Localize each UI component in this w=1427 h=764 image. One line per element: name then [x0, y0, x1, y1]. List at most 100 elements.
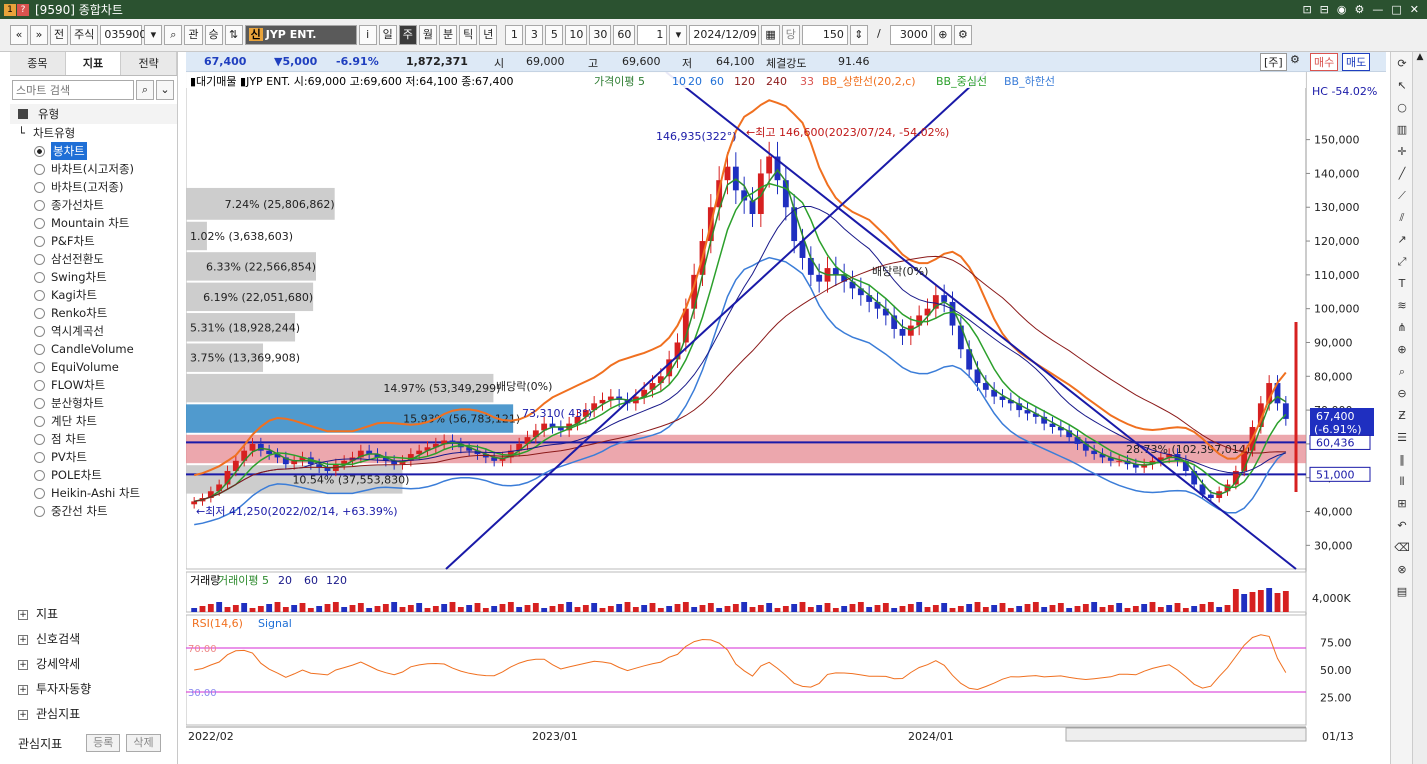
section-favorite-indicators[interactable]: + 관심지표 [10, 702, 178, 727]
chart-type-item[interactable]: 분산형차트 [10, 394, 177, 412]
tree-subsection-chart-type[interactable]: └ 차트유형 [10, 124, 177, 142]
settings-icon[interactable]: ⚙ [1290, 53, 1300, 66]
period-year-button[interactable]: 년 [479, 25, 498, 45]
chart-area[interactable]: 7.24% (25,806,862) 1.02% (3,638,603) 6.33%… [185, 71, 1386, 743]
radio-icon[interactable] [34, 433, 45, 445]
interval-input[interactable]: 1 [637, 25, 668, 45]
chart-type-item[interactable]: 계단 차트 [10, 412, 177, 430]
radio-icon[interactable] [34, 271, 45, 283]
radio-icon[interactable] [34, 361, 45, 373]
interval-3-button[interactable]: 3 [525, 25, 544, 45]
prev-button[interactable]: « [10, 25, 28, 45]
erase-icon[interactable]: ⌫ [1393, 539, 1411, 557]
period-month-button[interactable]: 월 [418, 25, 437, 45]
ruler-icon[interactable]: ⊞ [1393, 495, 1411, 513]
chart-type-item[interactable]: 바차트(시고저종) [10, 160, 177, 178]
camera-icon[interactable]: ◉ [1337, 3, 1347, 16]
scroll-up-icon[interactable]: ▲ [1413, 52, 1427, 62]
current-button[interactable]: 당 [781, 25, 800, 45]
section-signal-search[interactable]: + 신호검색 [10, 627, 178, 652]
chart-type-item[interactable]: 역시계곡선 [10, 322, 177, 340]
watchlist-button[interactable]: 관 [184, 25, 203, 45]
gear-icon[interactable]: ⚙ [953, 25, 972, 45]
radio-icon[interactable] [34, 145, 45, 157]
chart-type-item[interactable]: 중간선 차트 [10, 502, 177, 520]
max-count-input[interactable]: 3000 [889, 25, 932, 45]
zigzag-icon[interactable]: Ƶ [1393, 407, 1411, 425]
vertical-scrollbar[interactable]: ▲ [1412, 52, 1427, 764]
period-day-button[interactable]: 일 [378, 25, 397, 45]
register-button[interactable]: 등록 [86, 734, 121, 752]
tab-strategy[interactable]: 전략 [121, 52, 178, 75]
interval-60-button[interactable]: 60 [613, 25, 636, 45]
chevron-down-icon[interactable]: ⌄ [156, 80, 174, 100]
updown-icon[interactable]: ⇅ [224, 25, 243, 45]
interval-10-button[interactable]: 10 [565, 25, 588, 45]
radio-icon[interactable] [34, 379, 45, 391]
minimize-icon[interactable]: — [1372, 3, 1383, 16]
price-chart-svg[interactable]: 7.24% (25,806,862) 1.02% (3,638,603) 6.33%… [185, 71, 1386, 743]
calendar-icon[interactable]: ▦ [761, 25, 780, 45]
chart-type-item[interactable]: Mountain 차트 [10, 214, 177, 232]
chart-type-item[interactable]: 봉차트 [10, 142, 177, 160]
pin-icon[interactable]: ⊟ [1320, 3, 1329, 16]
ray-icon[interactable]: ↗ [1393, 231, 1411, 249]
help-badge[interactable]: ? [17, 3, 29, 16]
parallel-line-icon[interactable]: ⫽ [1393, 209, 1411, 227]
grid-lines-icon[interactable]: ☰ [1393, 429, 1411, 447]
zoom-in-icon[interactable]: ⊕ [933, 25, 952, 45]
radio-icon[interactable] [34, 343, 45, 355]
chart-type-item[interactable]: FLOW차트 [10, 376, 177, 394]
auto-line-icon[interactable]: ⤢ [1393, 253, 1411, 271]
chart-type-item[interactable]: PV차트 [10, 448, 177, 466]
refresh-icon[interactable]: ⟳ [1393, 55, 1411, 73]
trend-line-icon[interactable]: ⟋ [1393, 187, 1411, 205]
count-spinner-icon[interactable]: ⇕ [849, 25, 868, 45]
interval-1-button[interactable]: 1 [505, 25, 524, 45]
market-type-select[interactable]: 주식 [70, 25, 99, 45]
chart-type-item[interactable]: Renko차트 [10, 304, 177, 322]
interval-30-button[interactable]: 30 [589, 25, 612, 45]
chart-type-item[interactable]: 점 차트 [10, 430, 177, 448]
magnifier-icon[interactable]: ⌕ [1393, 363, 1411, 381]
cross-icon[interactable]: ✛ [1393, 143, 1411, 161]
pitchfork-icon[interactable]: ⋔ [1393, 319, 1411, 337]
date-input[interactable]: 2024/12/09 [689, 25, 760, 45]
code-dropdown-icon[interactable]: ▾ [144, 25, 163, 45]
radio-icon[interactable] [34, 451, 45, 463]
section-strength[interactable]: + 강세약세 [10, 652, 178, 677]
zoom-icon[interactable]: ⊕ [1393, 341, 1411, 359]
interval-5-button[interactable]: 5 [545, 25, 564, 45]
section-investor-trend[interactable]: + 투자자동향 [10, 677, 178, 702]
delete-button[interactable]: 삭제 [126, 734, 161, 752]
chart-type-item[interactable]: 종가선차트 [10, 196, 177, 214]
chart-type-item[interactable]: CandleVolume [10, 340, 177, 358]
chart-type-item[interactable]: Heikin-Ashi 차트 [10, 484, 177, 502]
chart-type-item[interactable]: Kagi차트 [10, 286, 177, 304]
chart-type-item[interactable]: EquiVolume [10, 358, 177, 376]
link-icon[interactable]: ⊡ [1302, 3, 1311, 16]
period-tick-button[interactable]: 틱 [459, 25, 478, 45]
info-button[interactable]: i [358, 25, 377, 45]
period-minute-button[interactable]: 분 [439, 25, 458, 45]
rank-button[interactable]: 승 [204, 25, 223, 45]
close-icon[interactable]: ✕ [1410, 3, 1419, 16]
stock-code-input[interactable]: 035900 [100, 25, 146, 45]
maximize-icon[interactable]: □ [1391, 3, 1401, 16]
radio-icon[interactable] [34, 235, 45, 247]
radio-icon[interactable] [34, 505, 45, 517]
radio-icon[interactable] [34, 199, 45, 211]
fibonacci-icon[interactable]: ≋ [1393, 297, 1411, 315]
cursor-icon[interactable]: ↖ [1393, 77, 1411, 95]
radio-icon[interactable] [34, 289, 45, 301]
count-input[interactable]: 150 [801, 25, 848, 45]
sell-button[interactable]: 매도 [1342, 53, 1371, 71]
radio-icon[interactable] [34, 415, 45, 427]
columns-icon[interactable]: ⦀ [1393, 473, 1411, 491]
vertical-lines-icon[interactable]: ‖ [1393, 451, 1411, 469]
line-tool-icon[interactable]: ╱ [1393, 165, 1411, 183]
radio-icon[interactable] [34, 181, 45, 193]
tab-stocks[interactable]: 종목 [10, 52, 66, 75]
radio-icon[interactable] [34, 253, 45, 265]
search-icon[interactable]: ⌕ [136, 80, 154, 100]
